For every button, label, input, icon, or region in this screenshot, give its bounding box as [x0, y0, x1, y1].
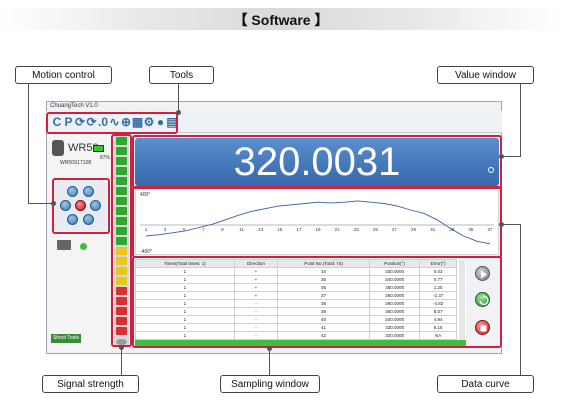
callout-value-window: Value window — [437, 66, 534, 84]
callout-data-curve: Data curve — [437, 375, 534, 393]
callout-dot — [267, 346, 272, 351]
callout-line — [269, 348, 270, 375]
tools-highlight — [46, 112, 178, 134]
sampling-window-highlight — [132, 256, 502, 348]
value-window-highlight — [132, 135, 502, 189]
callout-line — [520, 84, 521, 156]
callout-dot — [176, 110, 181, 115]
signal-strength-highlight — [111, 134, 132, 347]
callout-dot — [499, 222, 504, 227]
callout-line — [178, 84, 179, 112]
callout-line — [28, 84, 29, 203]
device-icon — [52, 140, 64, 156]
data-curve-highlight — [132, 186, 502, 258]
page-title: 【 Software 】 — [233, 12, 329, 28]
callout-tools: Tools — [149, 66, 214, 84]
callout-signal-strength: Signal strength — [42, 375, 139, 393]
callout-dot — [499, 154, 504, 159]
motion-control-highlight — [52, 178, 110, 234]
callout-line — [501, 156, 521, 157]
window-title: ChuangTech V1.0 — [50, 103, 98, 109]
callout-motion-control: Motion control — [15, 66, 112, 84]
battery-level: 87% — [100, 155, 111, 161]
callout-dot — [119, 345, 124, 350]
battery-icon — [93, 145, 104, 152]
device-serial: WR50S17108 — [60, 160, 92, 166]
callout-line — [501, 224, 521, 225]
callout-dot — [51, 201, 56, 206]
shoot-tools-button[interactable]: Shoot Tools — [51, 334, 81, 343]
callout-line — [520, 224, 521, 375]
status-indicator-icon — [80, 243, 87, 250]
printer-icon — [57, 240, 71, 250]
callout-line — [121, 347, 122, 375]
callout-sampling-window: Sampling window — [220, 375, 320, 393]
